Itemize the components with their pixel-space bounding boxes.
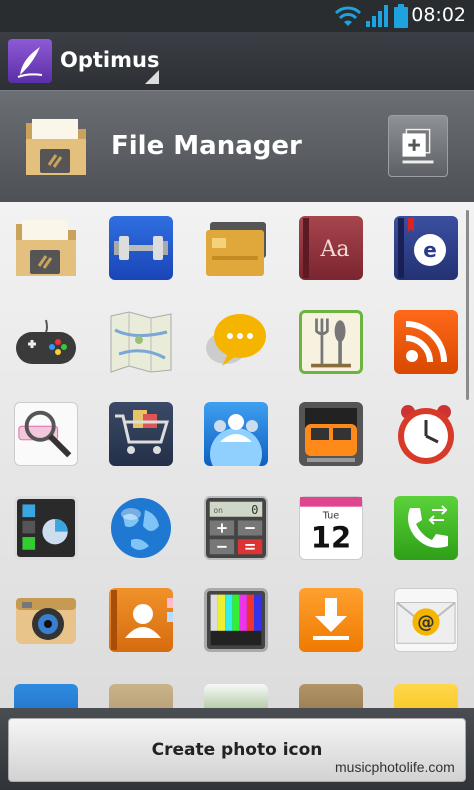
ebook-label: e [423,238,437,262]
bottom-bar: Create photo icon [0,708,474,790]
contacts-book-icon[interactable] [109,588,173,652]
calculator-icon[interactable]: on 0 [204,496,268,560]
dumbbell-icon[interactable] [109,216,173,280]
globe-icon[interactable] [109,496,173,560]
dictionary-icon[interactable]: Aa [299,216,363,280]
email-icon[interactable]: @ [394,588,458,652]
gamepad-icon[interactable] [14,310,78,374]
messaging-icon[interactable] [204,310,268,374]
svg-text:@: @ [417,613,434,633]
selected-icon-header: File Manager [0,90,474,203]
wallet-cards-icon[interactable] [204,216,268,280]
alarm-clock-icon[interactable] [394,402,458,466]
scrollbar[interactable] [466,210,469,400]
map-icon[interactable] [109,310,173,374]
rss-icon[interactable] [394,310,458,374]
memo-app-icon[interactable] [299,684,363,708]
calculator-on-label: on [214,506,224,515]
add-to-home-button[interactable] [388,115,448,177]
battery-icon [394,4,408,28]
watermark: musicphotolife.com [335,759,455,775]
subway-icon[interactable] [299,402,363,466]
folder-icon[interactable] [14,216,78,280]
tv-test-pattern-icon[interactable] [204,588,268,652]
optimus-app-icon[interactable] [8,39,52,83]
calculator-display-label: 0 [251,503,258,517]
camera-icon[interactable] [14,588,78,652]
gallery-app-icon[interactable] [204,684,268,708]
chart-app-icon[interactable] [14,684,78,708]
calendar-icon[interactable]: Tue 12 [299,496,363,560]
search-magnifier-icon[interactable] [14,402,78,466]
notes-app-icon[interactable] [109,684,173,708]
status-time: 08:02 [411,4,466,26]
download-icon[interactable] [299,588,363,652]
phone-icon[interactable] [394,496,458,560]
dashboard-widgets-icon[interactable] [14,496,78,560]
contacts-globe-icon[interactable] [204,402,268,466]
restaurant-icon[interactable] [299,310,363,374]
icon-grid: Aa e on 0 Tue 12 @ [0,202,474,708]
app-title[interactable]: Optimus [60,48,159,72]
dropdown-corner-icon [145,70,159,84]
calendar-day-label: 12 [311,520,351,554]
ebook-icon[interactable]: e [394,216,458,280]
wifi-icon [334,6,362,26]
note-app-icon[interactable] [394,684,458,708]
header-title: File Manager [111,131,302,161]
shopping-cart-icon[interactable] [109,402,173,466]
folder-icon [22,113,90,179]
action-bar: Optimus [0,32,474,90]
signal-icon [366,5,388,27]
dictionary-label: Aa [319,237,349,262]
status-bar: 08:02 [0,0,474,32]
